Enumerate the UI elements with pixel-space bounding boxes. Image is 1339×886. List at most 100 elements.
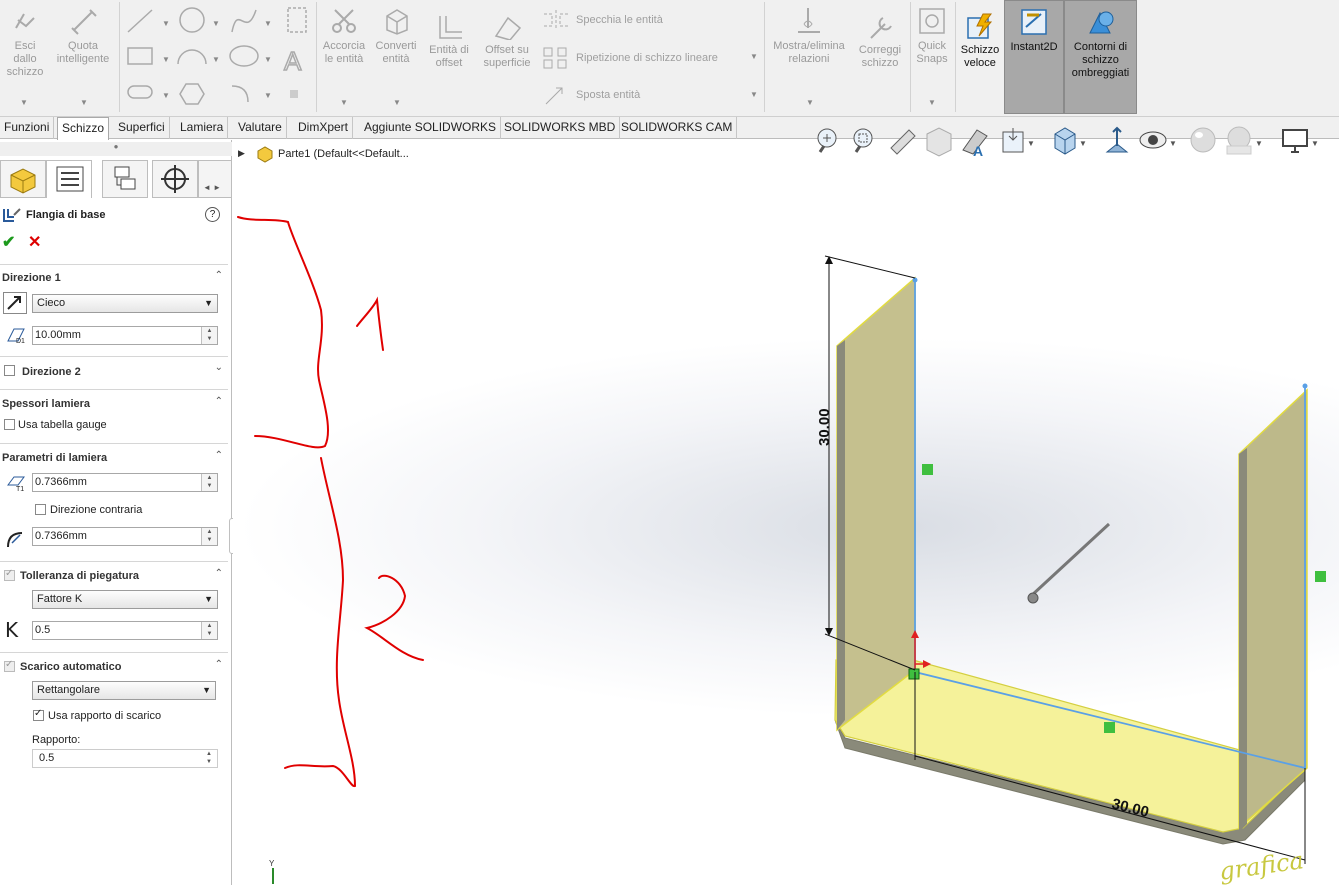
tab-configuration-manager[interactable]	[102, 160, 148, 198]
tab-sheet-metal[interactable]: Lamiera	[176, 117, 229, 139]
section-bend-allowance-header[interactable]: Tolleranza di piegatura	[20, 570, 139, 582]
svg-text:▼: ▼	[162, 55, 170, 64]
quick-snaps-button[interactable]: Quick Snaps	[912, 6, 952, 66]
repair-sketch-icon	[870, 17, 892, 39]
thickness-input[interactable]: 0.7366mm ▲ ▼	[32, 473, 218, 492]
graphics-area[interactable]: ▶ Parte1 (Default<<Default... A ▼ ▼ ▼ ▼ …	[233, 126, 1339, 886]
k-factor-input[interactable]: 0.5 ▲ ▼	[32, 621, 218, 640]
chevron-up-icon[interactable]: ⌃	[215, 450, 223, 461]
mirror-entities-button[interactable]: Specchia le entità	[542, 10, 663, 30]
tab-solidworks-addins[interactable]: Aggiunte SOLIDWORKS	[360, 117, 502, 139]
convert-entities-button[interactable]: Converti entità	[372, 6, 420, 66]
smart-dimension-button[interactable]: Quota intelligente	[52, 6, 114, 66]
tab-solidworks-cam[interactable]: SOLIDWORKS CAM	[617, 117, 738, 139]
smart-dimension-icon	[71, 9, 97, 35]
move-icon	[545, 87, 563, 105]
feature-tree-icon	[10, 168, 36, 194]
section-gauge-header[interactable]: Spessori lamiera	[2, 398, 90, 410]
drag-handle	[1027, 592, 1039, 604]
trim-entities-button[interactable]: Accorcia le entità	[320, 6, 368, 66]
direction2-checkbox[interactable]	[4, 365, 15, 376]
chevron-up-icon[interactable]: ⌃	[215, 396, 223, 407]
offset-entities-button[interactable]: Entità di offset	[426, 14, 472, 70]
thickness-icon: T1	[7, 476, 25, 493]
scissors-icon	[332, 9, 356, 33]
tab-feature-manager[interactable]	[0, 160, 46, 198]
tab-property-manager[interactable]	[46, 160, 92, 198]
bend-allowance-checkbox[interactable]: ✓	[4, 568, 15, 581]
linear-pattern-button[interactable]: Ripetizione di schizzo lineare	[542, 46, 718, 70]
coincident-relation-icon	[908, 668, 920, 680]
offset-entities-icon	[439, 16, 462, 39]
mirror-icon	[544, 10, 568, 30]
right-wall-edge	[1239, 448, 1247, 832]
chevron-down-icon[interactable]: ⌄	[215, 362, 223, 373]
chevron-up-icon[interactable]: ⌃	[215, 270, 223, 281]
repair-sketch-button[interactable]: Correggi schizzo	[856, 14, 904, 70]
svg-text:▼: ▼	[264, 19, 272, 28]
help-icon[interactable]: ?	[205, 207, 220, 222]
reverse-direction-checkbox[interactable]	[35, 504, 46, 515]
pm-title: Flangia di base	[26, 209, 106, 221]
ok-button[interactable]: ✔	[2, 232, 15, 252]
offset-surface-button[interactable]: Offset su superficie	[478, 14, 536, 70]
chevron-up-icon[interactable]: ⌃	[215, 659, 223, 670]
reverse-direction-button[interactable]	[3, 292, 27, 314]
tab-solidworks-mbd[interactable]: SOLIDWORKS MBD	[500, 117, 621, 139]
direction-arrow-icon	[7, 296, 21, 310]
rapid-sketch-button[interactable]: Schizzo veloce	[958, 12, 1002, 70]
chevron-up-icon[interactable]: ⌃	[215, 568, 223, 579]
section-auto-relief-header[interactable]: Scarico automatico	[20, 661, 121, 673]
relief-type-select[interactable]: Rettangolare ▼	[32, 681, 216, 700]
tab-sketch[interactable]: Schizzo	[57, 117, 110, 140]
shaded-contours-icon	[1088, 11, 1113, 34]
horizontal-relation-icon	[1104, 722, 1115, 733]
tab-features[interactable]: Funzioni	[0, 117, 55, 139]
svg-text:▼: ▼	[212, 55, 220, 64]
depth-input[interactable]: 10.00mm ▲ ▼	[32, 326, 218, 345]
svg-text:Y: Y	[269, 859, 275, 868]
exit-sketch-button[interactable]: Esci dallo schizzo	[4, 6, 46, 79]
panel-collapse-handle[interactable]: ●	[0, 142, 232, 156]
move-entities-button[interactable]: Sposta entità	[542, 84, 640, 106]
relief-ratio-input[interactable]: 0.5 ▲ ▼	[32, 749, 218, 768]
auto-relief-checkbox[interactable]: ✓	[4, 659, 15, 672]
tab-surfaces[interactable]: Superfici	[114, 117, 170, 139]
cancel-button[interactable]: ✕	[28, 232, 41, 252]
linear-pattern-icon	[543, 47, 567, 69]
tab-dimxpert-manager[interactable]	[152, 160, 198, 198]
configuration-icon	[114, 166, 136, 190]
use-relief-ratio-label: Usa rapporto di scarico	[48, 710, 162, 722]
depth-icon: D1	[7, 328, 25, 345]
use-relief-ratio-checkbox[interactable]: ✓	[33, 708, 44, 721]
left-wall	[836, 276, 916, 732]
height-dimension[interactable]: 30.00	[816, 408, 833, 446]
bend-allowance-type-select[interactable]: Fattore K ▼	[32, 590, 218, 609]
part-model[interactable]: 30.00 30.00 Y	[233, 140, 1339, 885]
k-factor-icon: K	[5, 618, 19, 642]
extrude-direction-arrow	[1029, 522, 1111, 598]
section-sheetmetal-params-header[interactable]: Parametri di lamiera	[2, 452, 107, 464]
end-condition-select[interactable]: Cieco ▼	[32, 294, 218, 313]
instant2d-icon	[1021, 9, 1047, 35]
display-delete-relations-button[interactable]: Mostra/elimina relazioni	[768, 6, 850, 66]
shaded-sketch-contours-button[interactable]: Contorni di schizzo ombreggiati	[1064, 0, 1137, 114]
svg-text:▼: ▼	[212, 19, 220, 28]
tab-dimxpert[interactable]: DimXpert	[294, 117, 354, 139]
section-direction1-header[interactable]: Direzione 1	[2, 272, 61, 284]
svg-text:A: A	[284, 46, 302, 76]
tab-evaluate[interactable]: Valutare	[234, 117, 287, 139]
vertical-relation-icon	[1315, 571, 1326, 582]
sketch-entity-tools[interactable]: ▼ ▼ ▼ ▼ ▼ ▼ A ▼ ▼	[124, 4, 314, 112]
use-gauge-table-checkbox[interactable]	[4, 419, 15, 430]
relations-icon	[798, 8, 820, 33]
tab-scroll-arrows[interactable]: ◄ ►	[198, 160, 232, 198]
rapid-sketch-icon	[967, 13, 993, 39]
instant2d-button[interactable]: Instant2D	[1004, 0, 1064, 114]
svg-text:▼: ▼	[162, 19, 170, 28]
vertical-relation-icon	[922, 464, 933, 475]
right-wall	[1238, 388, 1308, 830]
bend-radius-input[interactable]: 0.7366mm ▲ ▼	[32, 527, 218, 546]
section-direction2-header[interactable]: Direzione 2	[22, 366, 81, 378]
bend-radius-icon	[7, 532, 23, 548]
